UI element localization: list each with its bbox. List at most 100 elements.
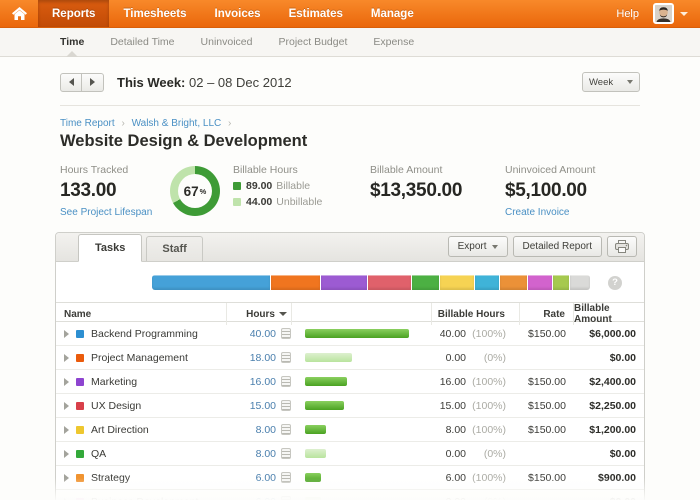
column-header-billable-hours[interactable]: Billable Hours [432,303,520,325]
task-hours-link[interactable]: 16.00 [226,376,276,388]
legend-item: 89.00 Billable [233,180,370,192]
nav-item-reports[interactable]: Reports [38,0,109,27]
billable-hours-legend: 89.00 Billable 44.00 Unbillable [233,180,370,208]
task-hours-link[interactable]: 40.00 [226,328,276,340]
timesheet-detail-icon[interactable] [281,376,291,387]
task-color-swatch [76,426,84,434]
breadcrumb-time-report[interactable]: Time Report [60,118,115,129]
task-distribution-segment[interactable] [500,275,526,290]
user-avatar[interactable] [653,3,674,24]
legend-swatch [233,182,241,190]
rate-value: $150.00 [520,424,574,436]
timesheet-detail-icon[interactable] [281,496,291,500]
task-hours-link[interactable]: 6.00 [226,472,276,484]
subnav-item-detailed-time[interactable]: Detailed Time [110,27,174,57]
export-button[interactable]: Export [448,236,508,257]
task-name: Business Development [91,496,198,500]
billable-hours-value: 40.00 [440,328,466,340]
next-week-button[interactable] [82,73,104,92]
table-row-marketing: Marketing 16.00 16.00(100%) $150.00 $2,4… [56,370,644,394]
expand-row-icon[interactable] [64,426,69,434]
expand-row-icon[interactable] [64,474,69,482]
subnav-item-project-budget[interactable]: Project Budget [278,27,347,57]
billable-amount-value: $2,400.00 [574,376,644,388]
timesheet-detail-icon[interactable] [281,472,291,483]
task-distribution-segment[interactable] [570,275,590,290]
task-distribution-segment[interactable] [368,275,411,290]
task-color-swatch [76,474,84,482]
task-name: Art Direction [91,424,149,436]
task-distribution-segment[interactable] [553,275,569,290]
task-distribution-segment[interactable] [321,275,367,290]
tab-tasks[interactable]: Tasks [78,234,142,262]
previous-week-button[interactable] [60,73,82,92]
expand-row-icon[interactable] [64,450,69,458]
task-hours-link[interactable]: 8.00 [226,448,276,460]
table-row-business-development: Business Development 6.00 0.00(0%) $0.00 [56,490,644,500]
subnav-item-expense[interactable]: Expense [373,27,414,57]
subnav-item-uninvoiced[interactable]: Uninvoiced [201,27,253,57]
breadcrumb-client[interactable]: Walsh & Bright, LLC [132,118,222,129]
column-header-name[interactable]: Name [56,303,226,325]
task-hours-link[interactable]: 18.00 [226,352,276,364]
week-title: This Week: 02 – 08 Dec 2012 [117,75,292,90]
report-subnav: Time Detailed Time Uninvoiced Project Budge… [0,28,700,57]
billable-donut-chart: 67% [170,166,220,216]
billable-hours-value: 6.00 [446,472,466,484]
column-header-rate[interactable]: Rate [520,303,574,325]
period-dropdown-value: Week [589,77,613,88]
table-row-backend-programming: Backend Programming 40.00 40.00(100%) $1… [56,322,644,346]
export-caret-icon [492,245,498,249]
nav-item-estimates[interactable]: Estimates [275,0,357,27]
help-bubble-icon[interactable]: ? [608,276,622,290]
print-button[interactable] [607,236,637,257]
task-distribution-segment[interactable] [528,275,553,290]
column-header-billable-amount[interactable]: Billable Amount [574,303,644,325]
task-hours-link[interactable]: 6.00 [226,496,276,500]
timesheet-detail-icon[interactable] [281,400,291,411]
task-distribution-segment[interactable] [271,275,320,290]
billable-hours-value: 16.00 [440,376,466,388]
legend-item: 44.00 Unbillable [233,196,370,208]
period-dropdown[interactable]: Week [582,72,640,92]
legend-swatch [233,198,241,206]
create-invoice-link[interactable]: Create Invoice [505,207,640,218]
home-icon[interactable] [0,0,38,27]
billable-hours-value: 15.00 [440,400,466,412]
see-project-lifespan-link[interactable]: See Project Lifespan [60,207,170,218]
task-distribution-segment[interactable] [152,275,270,290]
task-distribution-segment[interactable] [412,275,439,290]
task-hours-link[interactable]: 8.00 [226,424,276,436]
nav-item-manage[interactable]: Manage [357,0,428,27]
uninvoiced-amount-value: $5,100.00 [505,180,640,202]
dropdown-caret-icon [627,80,633,84]
nav-item-invoices[interactable]: Invoices [201,0,275,27]
hours-tracked-stat: Hours Tracked 133.00 See Project Lifespa… [60,164,170,218]
expand-row-icon[interactable] [64,330,69,338]
nav-items: ReportsTimesheetsInvoicesEstimatesManage [38,0,428,27]
rate-value: $150.00 [520,328,574,340]
subnav-item-time[interactable]: Time [60,27,84,57]
panel-tabs: TasksStaff [63,233,203,261]
detailed-report-button[interactable]: Detailed Report [513,236,602,257]
task-name: Marketing [91,376,137,388]
expand-row-icon[interactable] [64,378,69,386]
breadcrumb-separator: › [228,118,231,129]
tab-staff[interactable]: Staff [146,236,202,261]
timesheet-detail-icon[interactable] [281,448,291,459]
expand-row-icon[interactable] [64,402,69,410]
timesheet-detail-icon[interactable] [281,424,291,435]
timesheet-detail-icon[interactable] [281,328,291,339]
task-distribution-segment[interactable] [440,275,474,290]
sort-desc-icon [279,312,287,316]
help-link[interactable]: Help [616,8,639,20]
page-title: Website Design & Development [60,132,640,151]
billable-hours-value: 8.00 [446,424,466,436]
account-menu-caret-icon[interactable] [680,12,688,16]
column-header-hours[interactable]: Hours [226,303,292,325]
timesheet-detail-icon[interactable] [281,352,291,363]
task-distribution-segment[interactable] [475,275,499,290]
expand-row-icon[interactable] [64,354,69,362]
task-hours-link[interactable]: 15.00 [226,400,276,412]
nav-item-timesheets[interactable]: Timesheets [109,0,200,27]
